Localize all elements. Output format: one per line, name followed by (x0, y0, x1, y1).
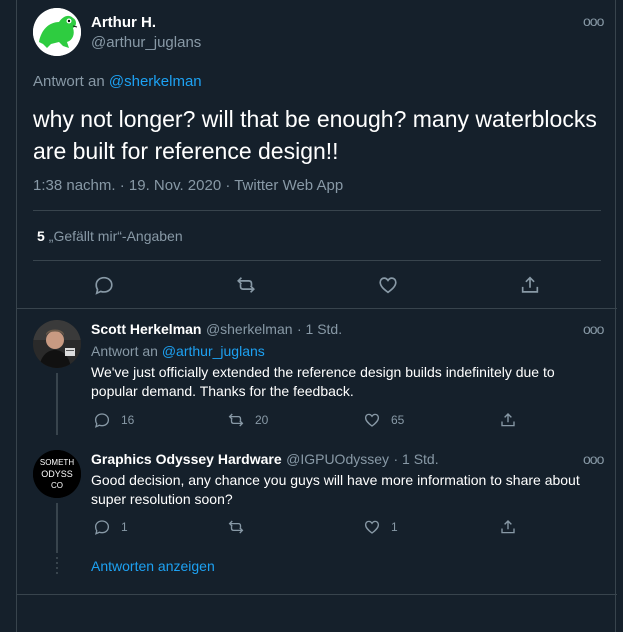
graphics-odyssey-avatar[interactable]: SOMETH ODYSS CO (33, 450, 81, 498)
like-icon (364, 413, 380, 427)
author-name[interactable]: Arthur H. (91, 14, 156, 31)
like-icon[interactable] (377, 274, 399, 296)
conversation-column: Arthur H. @arthur_juglans ooo Antwort an… (16, 0, 617, 632)
retweet-icon (228, 520, 244, 534)
reply-button[interactable]: 1 (93, 518, 128, 536)
reply-author-handle[interactable]: @sherkelman (206, 321, 293, 337)
more-options-icon[interactable]: ooo (583, 13, 604, 29)
reply-icon (94, 413, 110, 428)
svg-text:CO: CO (51, 481, 63, 490)
reply-header: Graphics Odyssey Hardware @IGPUOdyssey ·… (91, 451, 439, 469)
scott-avatar[interactable] (33, 320, 81, 368)
share-icon[interactable] (519, 274, 541, 296)
likes-count: 5 (37, 228, 45, 244)
retweet-icon (228, 413, 244, 427)
replying-to: Antwort an @sherkelman (33, 73, 202, 90)
reply-handle-link[interactable]: @sherkelman (109, 73, 202, 90)
author-handle[interactable]: @arthur_juglans (91, 34, 201, 51)
reply-header: Scott Herkelman @sherkelman · 1 Std. (91, 321, 342, 339)
person-photo-image (33, 320, 81, 368)
reply-text: Good decision, any chance you guys will … (91, 472, 580, 507)
like-button[interactable]: 1 (363, 518, 398, 536)
divider (33, 260, 601, 261)
odyssey-logo-image: SOMETH ODYSS CO (33, 450, 81, 498)
like-count: 65 (391, 413, 405, 427)
retweet-button[interactable]: 20 (227, 411, 268, 429)
likes-label: „Gefällt mir“-Angaben (48, 228, 183, 244)
reply-button[interactable]: 16 (93, 411, 134, 429)
more-options-icon[interactable]: ooo (583, 321, 604, 337)
reply-prefix: Antwort an (33, 73, 105, 90)
reply-count: 16 (121, 413, 135, 427)
svg-text:ODYSS: ODYSS (41, 469, 73, 479)
replying-to: Antwort an @arthur_juglans (91, 343, 265, 359)
arthur-avatar[interactable] (33, 8, 81, 56)
frog-avatar-image (33, 8, 81, 56)
divider (33, 210, 601, 211)
retweet-icon[interactable] (235, 274, 257, 296)
share-button[interactable] (499, 518, 527, 536)
thread-line (56, 503, 58, 553)
like-count: 1 (391, 520, 398, 534)
reply-author-name[interactable]: Scott Herkelman (91, 321, 201, 337)
likes-summary[interactable]: 5 „Gefällt mir“-Angaben (37, 228, 183, 244)
reply-count: 1 (121, 520, 128, 534)
section-divider (17, 594, 617, 595)
reply-text: We've just officially extended the refer… (91, 364, 555, 399)
more-options-icon[interactable]: ooo (583, 451, 604, 467)
reply-icon (94, 520, 110, 535)
tweet-meta[interactable]: 1:38 nachm. · 19. Nov. 2020 · Twitter We… (33, 177, 343, 194)
thread-line (56, 373, 58, 435)
reply-prefix: Antwort an (91, 343, 158, 359)
reply-time[interactable]: · 1 Std. (393, 451, 438, 467)
reply-handle-link[interactable]: @arthur_juglans (162, 343, 265, 359)
reply-icon[interactable] (93, 274, 115, 296)
show-replies-link[interactable]: Antworten anzeigen (91, 558, 215, 574)
share-icon (501, 520, 515, 534)
retweet-button[interactable] (227, 518, 255, 536)
reply-time[interactable]: · 1 Std. (297, 321, 342, 337)
like-button[interactable]: 65 (363, 411, 404, 429)
share-icon (501, 413, 515, 427)
thread-dots (56, 557, 58, 577)
svg-text:SOMETH: SOMETH (40, 458, 74, 467)
tweet-text: why not longer? will that be enough? man… (33, 106, 597, 164)
section-divider (17, 308, 617, 309)
reply-author-name[interactable]: Graphics Odyssey Hardware (91, 451, 282, 467)
like-icon (364, 520, 380, 534)
share-button[interactable] (499, 411, 527, 429)
retweet-count: 20 (255, 413, 269, 427)
reply-author-handle[interactable]: @IGPUOdyssey (286, 451, 389, 467)
